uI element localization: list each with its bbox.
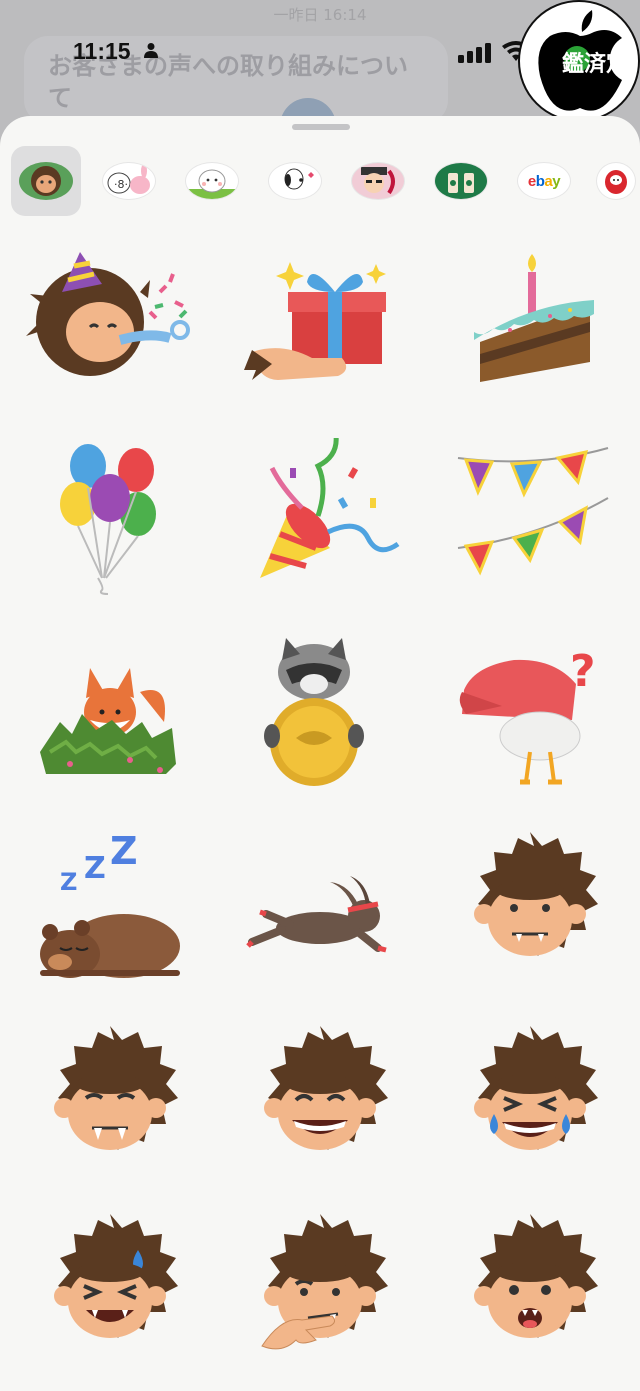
- party-hedgehog-icon: [26, 252, 190, 376]
- monster-laugh-tears-icon: [474, 1026, 598, 1150]
- sticker-pack-tabs: ·8· ebay: [0, 146, 640, 218]
- hedgehog-thumb-icon: [19, 162, 73, 200]
- birthday-cake-icon: [474, 254, 594, 382]
- tab-hedgehog-pack[interactable]: [11, 146, 81, 216]
- monster-neutral-icon: [474, 832, 598, 956]
- monster-surprised-icon: [474, 1214, 598, 1338]
- watermark-text: 鑑済定: [562, 52, 629, 77]
- status-time: 11:15: [73, 38, 131, 64]
- sticker-monster-grin[interactable]: [230, 1018, 410, 1198]
- sleeping-bear-icon: Z Z Z: [40, 829, 180, 978]
- starbucks-thumb-icon: [434, 162, 488, 200]
- tab-starbucks-pack[interactable]: [426, 146, 496, 216]
- tab-white-cat-pack[interactable]: [177, 146, 247, 216]
- tab-ebay-pack[interactable]: ebay: [509, 146, 579, 216]
- sticker-monster-fangs[interactable]: [20, 1018, 200, 1198]
- sticker-party-hedgehog[interactable]: [20, 232, 200, 412]
- sticker-sleeping-bear[interactable]: Z Z Z: [20, 824, 200, 1004]
- cellular-signal-icon: [458, 43, 491, 63]
- ebay-thumb-icon: ebay: [517, 162, 571, 200]
- sticker-running-rabbit[interactable]: [230, 824, 410, 1004]
- sticker-monster-laugh-tears[interactable]: [440, 1018, 620, 1198]
- sticker-gift-box[interactable]: [230, 232, 410, 412]
- sticker-duck-cap-question[interactable]: ?: [440, 632, 620, 812]
- snoopy-thumb-icon: [268, 162, 322, 200]
- tab-rabbit-pack[interactable]: ·8·: [94, 146, 164, 216]
- sticker-fox-in-bush[interactable]: [20, 632, 200, 812]
- ebay-label: ebay: [527, 172, 561, 190]
- monster-thinking-icon: [261, 1214, 388, 1350]
- svg-text:Z: Z: [60, 868, 77, 896]
- monster-grin-icon: [264, 1026, 388, 1150]
- raccoon-coin-icon: [264, 638, 364, 786]
- sticker-monster-surprised[interactable]: [440, 1206, 620, 1386]
- daruma-thumb-icon: [596, 162, 636, 200]
- svg-text:Z: Z: [110, 829, 138, 873]
- sticker-monster-thinking[interactable]: [230, 1206, 410, 1386]
- person-icon: [144, 43, 158, 58]
- sticker-birthday-cake[interactable]: [440, 232, 620, 412]
- sticker-monster-neutral[interactable]: [440, 824, 620, 1004]
- running-rabbit-icon: [246, 876, 387, 953]
- tab-character-pack[interactable]: [343, 146, 413, 216]
- white-cat-thumb-icon: [185, 162, 239, 200]
- tab-daruma-pack[interactable]: [592, 146, 640, 216]
- svg-text:·8·: ·8·: [114, 178, 128, 191]
- svg-text:Z: Z: [84, 851, 106, 886]
- sticker-bunting-flags[interactable]: [440, 438, 620, 618]
- party-popper-icon: [260, 435, 400, 578]
- sticker-party-popper[interactable]: [230, 435, 410, 618]
- sticker-monster-sweat[interactable]: [20, 1206, 200, 1386]
- bunting-flags-icon: [457, 447, 609, 576]
- character-thumb-icon: [351, 162, 405, 200]
- svg-text:?: ?: [570, 646, 596, 697]
- duck-cap-question-icon: ?: [459, 646, 596, 785]
- sheet-grabber[interactable]: [292, 124, 350, 130]
- monster-fangs-icon: [54, 1026, 178, 1150]
- monster-sweat-icon: [54, 1214, 178, 1338]
- gift-box-icon: [244, 262, 386, 380]
- fox-in-bush-icon: [40, 668, 176, 774]
- sticker-balloons[interactable]: [20, 438, 200, 618]
- rabbit-thumb-icon: ·8·: [102, 162, 156, 200]
- tab-snoopy-pack[interactable]: [260, 146, 330, 216]
- balloons-icon: [60, 444, 156, 595]
- sticker-raccoon-coin[interactable]: [230, 632, 410, 812]
